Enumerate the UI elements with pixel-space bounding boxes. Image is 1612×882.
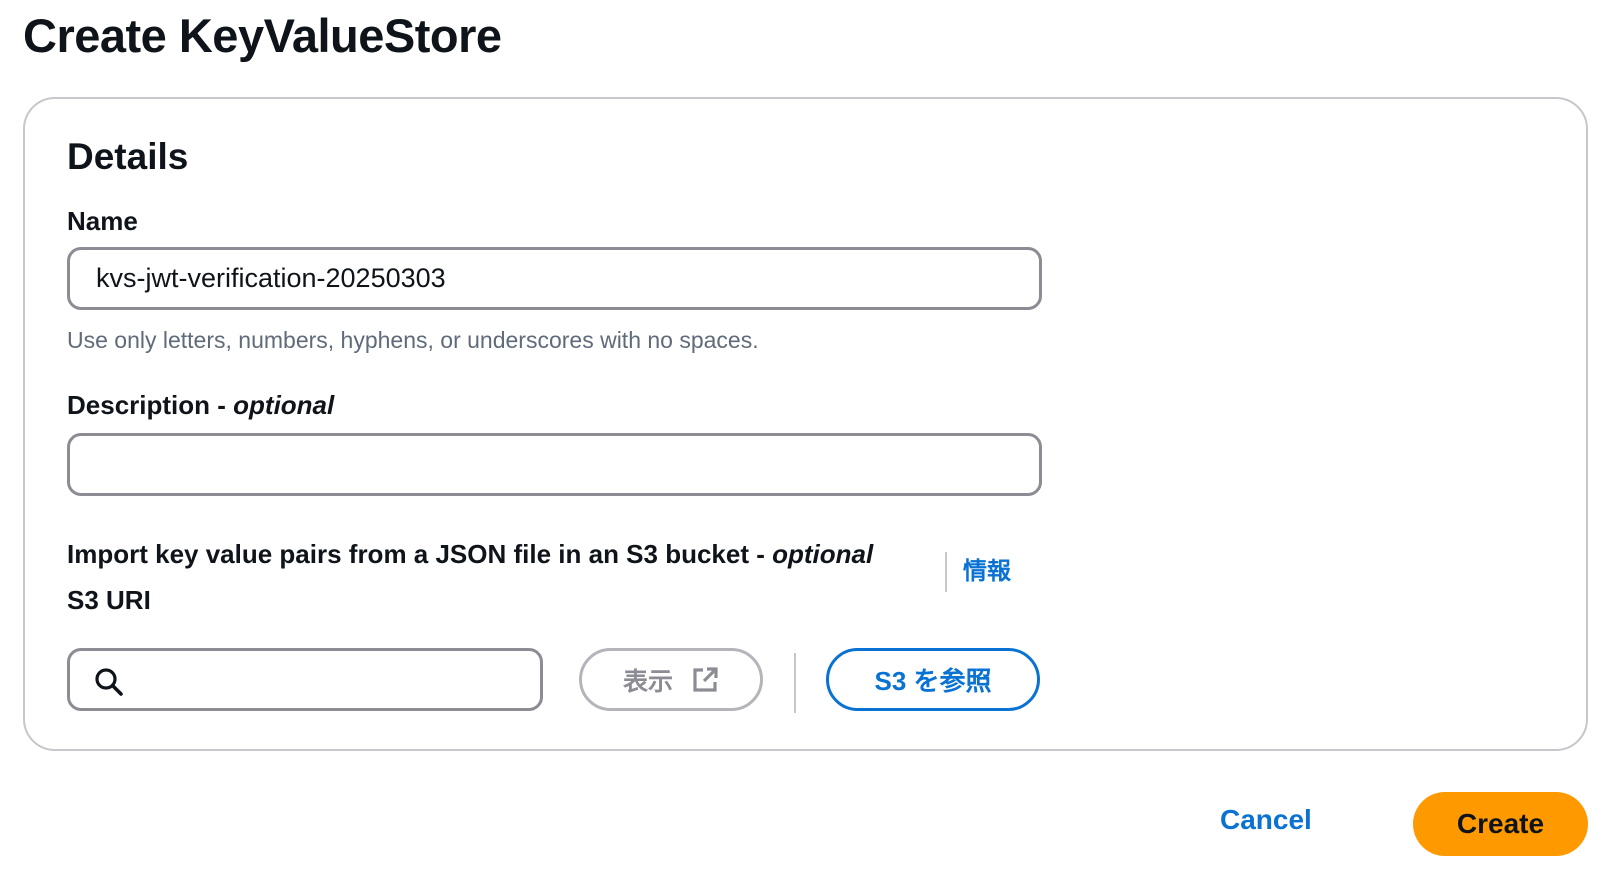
description-input[interactable] [67,433,1042,496]
details-panel: Details Name Use only letters, numbers, … [23,97,1588,751]
view-button-label: 表示 [622,667,673,696]
description-label: Description - optional [67,389,334,421]
import-optional: optional [772,539,874,569]
view-button[interactable]: 表示 [579,648,763,711]
button-divider [794,653,796,713]
import-label-text: Import key value pairs from a JSON file … [67,539,773,569]
description-optional: optional [233,390,335,420]
import-label: Import key value pairs from a JSON file … [67,538,873,570]
name-label: Name [67,206,138,236]
name-hint: Use only letters, numbers, hyphens, or u… [67,327,759,353]
search-icon [95,668,123,696]
s3-uri-search-box[interactable] [67,648,543,711]
name-input[interactable] [67,247,1042,310]
page-title: Create KeyValueStore [23,9,502,62]
external-link-icon [693,666,718,692]
create-button[interactable]: Create [1413,792,1588,856]
info-divider [945,552,947,592]
cancel-button[interactable]: Cancel [1220,803,1312,837]
info-link[interactable]: 情報 [963,557,1011,587]
section-title: Details [67,136,189,177]
description-label-text: Description - [67,390,234,420]
browse-s3-button[interactable]: S3 を参照 [826,648,1040,711]
s3-uri-input[interactable] [136,651,536,708]
s3-uri-label: S3 URI [67,585,151,615]
